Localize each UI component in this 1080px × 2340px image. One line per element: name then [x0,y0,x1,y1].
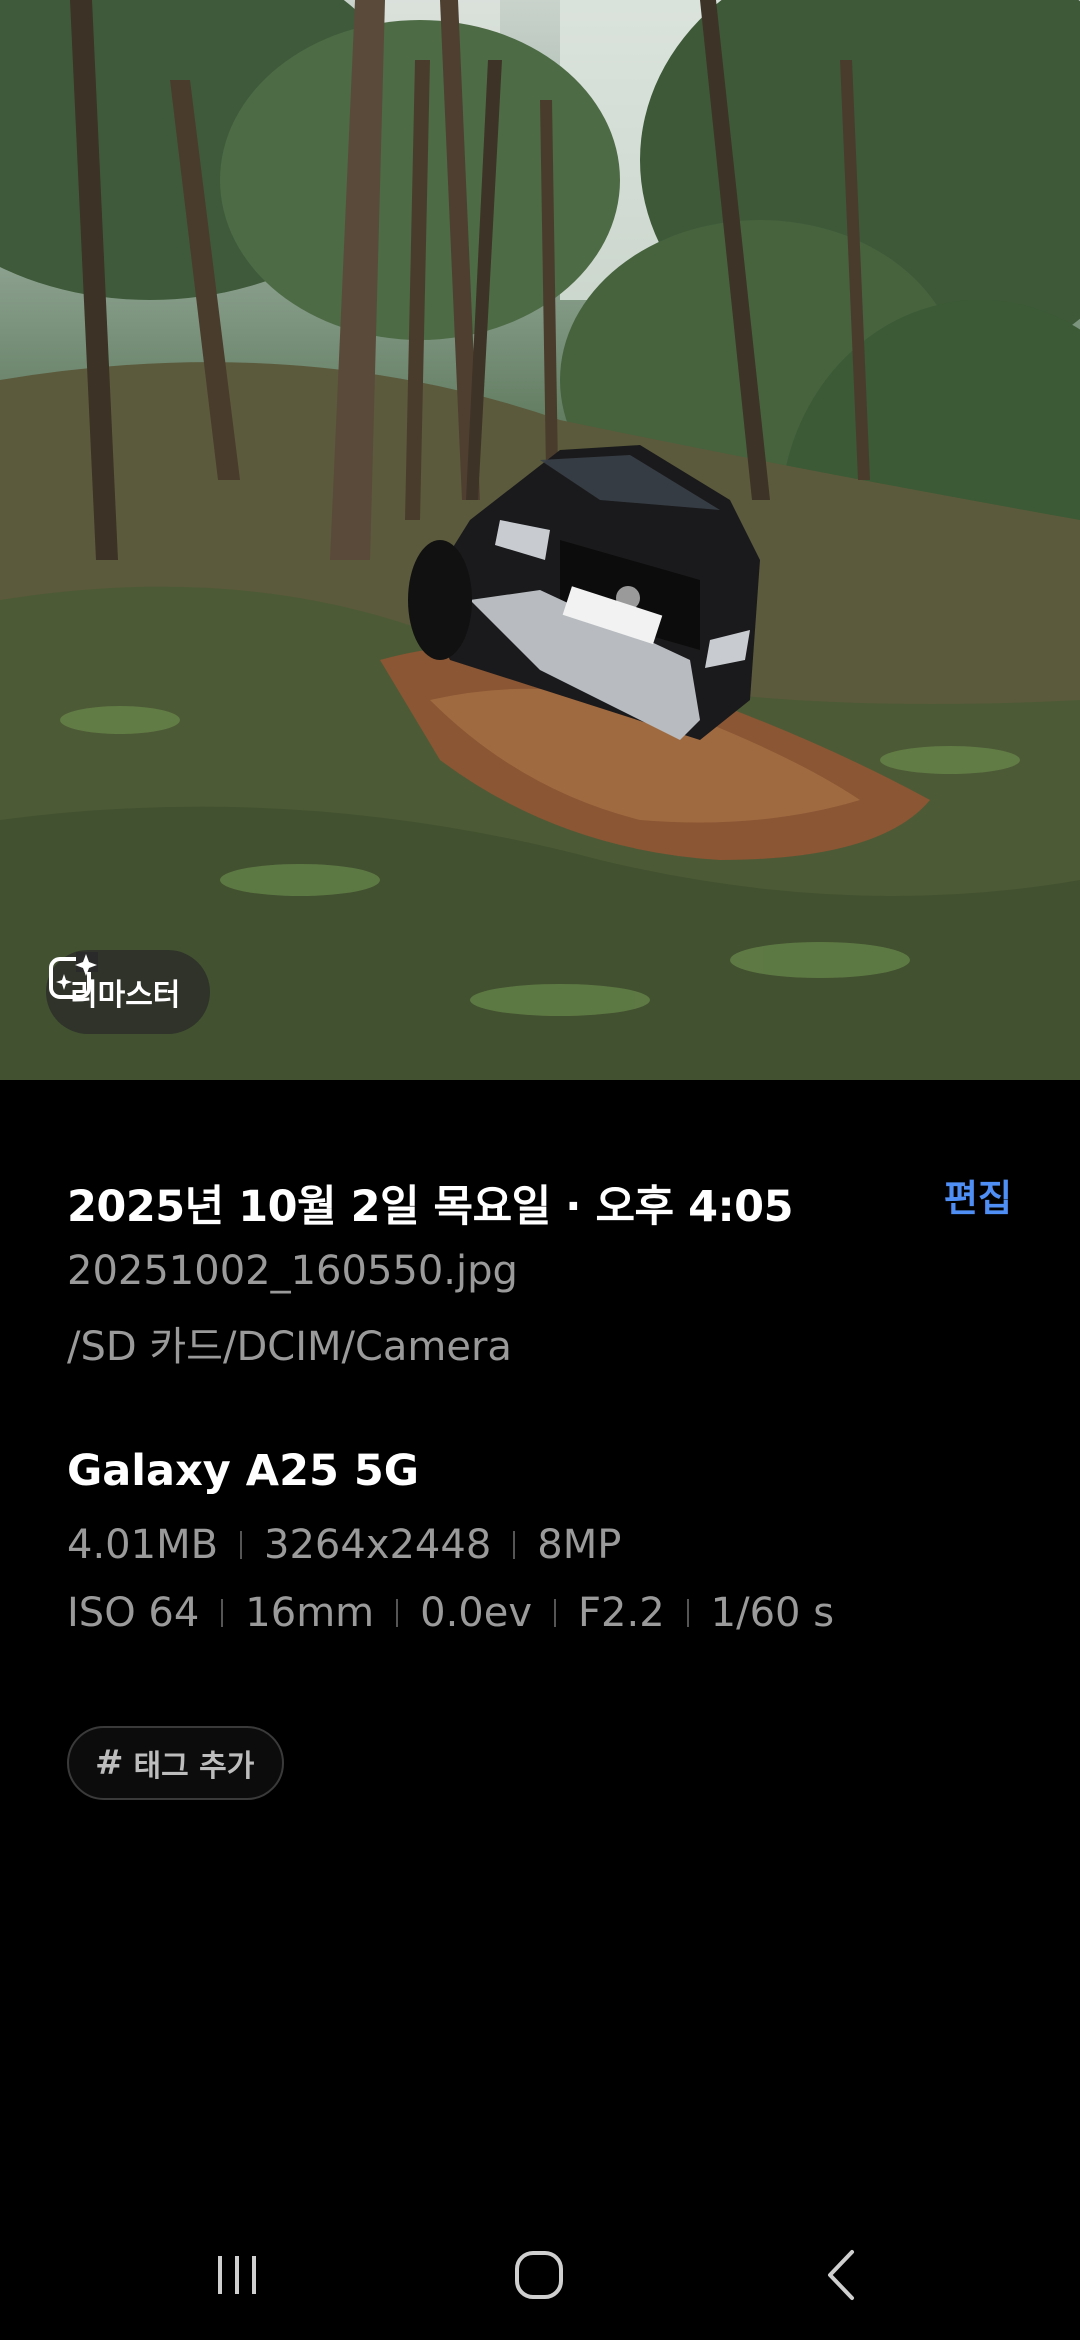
shutter-speed: 1/60 s [710,1590,835,1636]
divider [221,1599,224,1627]
file-specs-row: 4.01MB 3264x2448 8MP [67,1522,621,1568]
photo-illustration [0,0,1080,1080]
home-icon [515,2251,563,2299]
hash-icon: # [95,1743,124,1783]
recents-button[interactable] [172,2210,302,2340]
camera-specs-row: ISO 64 16mm 0.0ev F2.2 1/60 s [67,1590,834,1636]
photo-view[interactable]: 리마스터 [0,0,1080,1080]
exposure-value: 0.0ev [420,1590,533,1636]
add-tag-button[interactable]: # 태그 추가 [67,1726,285,1800]
iso: ISO 64 [67,1590,200,1636]
divider [240,1531,243,1559]
navigation-bar [0,2210,1080,2340]
file-path: /SD 카드/DCIM/Camera [67,1324,512,1370]
date-time: 2025년 10월 2일 목요일 · 오후 4:05 [67,1182,794,1232]
back-button[interactable] [777,2210,907,2340]
recents-icon [218,2256,256,2294]
back-icon [828,2250,854,2300]
file-name: 20251002_160550.jpg [67,1248,518,1294]
divider [513,1531,516,1559]
device-name: Galaxy A25 5G [67,1446,420,1496]
focal-length: 16mm [245,1590,375,1636]
file-size: 4.01MB [67,1522,219,1568]
home-button[interactable] [474,2210,604,2340]
remaster-button[interactable]: 리마스터 [46,950,211,1034]
aperture: F2.2 [578,1590,665,1636]
divider [686,1599,689,1627]
details-panel: 2025년 10월 2일 목요일 · 오후 4:05 편집 20251002_1… [0,1080,1080,2210]
sparkle-edit-icon [49,952,98,999]
divider [554,1599,557,1627]
screen: 리마스터 2025년 10월 2일 목요일 · 오후 4:05 편집 20251… [0,0,1080,2340]
megapixels: 8MP [537,1522,622,1568]
divider [396,1599,399,1627]
resolution: 3264x2448 [264,1522,492,1568]
edit-button[interactable]: 편집 [944,1168,1012,1222]
add-tag-label: 태그 추가 [133,1749,255,1784]
